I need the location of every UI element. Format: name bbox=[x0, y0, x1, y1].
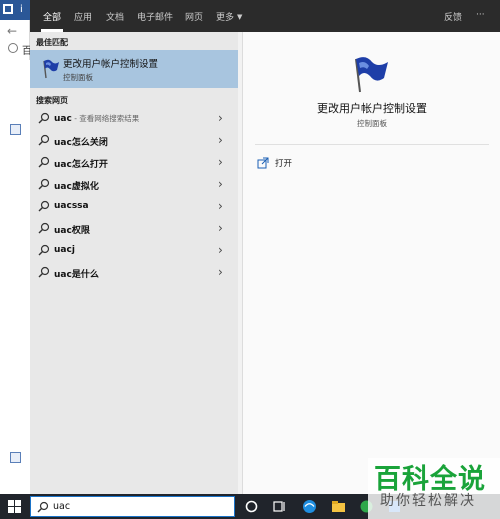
web-search-header: 搜索网页 bbox=[36, 96, 68, 105]
best-match-item[interactable]: 更改用户帐户控制设置 控制面板 bbox=[30, 50, 238, 88]
web-result-item[interactable]: uacj › bbox=[30, 240, 238, 262]
chevron-down-icon: ▼ bbox=[237, 13, 243, 21]
tab-documents[interactable]: 文档 bbox=[106, 10, 124, 23]
preview-pane: 更改用户帐户控制设置 控制面板 打开 bbox=[242, 32, 500, 494]
file-explorer-icon[interactable] bbox=[330, 498, 347, 515]
tab-email[interactable]: 电子邮件 bbox=[137, 10, 173, 23]
windows-start-icon[interactable] bbox=[8, 500, 21, 513]
preview-title: 更改用户帐户控制设置 bbox=[317, 102, 427, 115]
web-result-query: uac虚拟化 bbox=[54, 182, 99, 192]
results-list: 最佳匹配 更改用户帐户控制设置 控制面板 搜索网页 uac - 查看网络搜索结果… bbox=[30, 32, 238, 494]
web-result-label: uac - 查看网络搜索结果 bbox=[54, 113, 139, 124]
more-options-button[interactable]: ··· bbox=[476, 10, 485, 20]
web-result-item[interactable]: uac虚拟化 › bbox=[30, 174, 238, 196]
filter-bar: 全部 应用 文档 电子邮件 网页 更多 ▼ 反馈 ··· bbox=[30, 0, 500, 32]
search-icon bbox=[38, 200, 50, 212]
chevron-right-icon[interactable]: › bbox=[218, 199, 223, 213]
best-match-header: 最佳匹配 bbox=[36, 38, 68, 47]
open-label: 打开 bbox=[275, 159, 293, 169]
web-result-item[interactable]: uac权限 › bbox=[30, 218, 238, 240]
back-arrow-icon[interactable]: ← bbox=[7, 24, 17, 38]
task-view-icon[interactable] bbox=[271, 498, 288, 515]
search-icon bbox=[38, 244, 50, 256]
tab-all[interactable]: 全部 bbox=[43, 10, 61, 23]
search-query-text: uac bbox=[53, 501, 71, 512]
search-icon bbox=[38, 112, 50, 124]
search-icon bbox=[38, 222, 50, 234]
background-titlebar: i bbox=[0, 0, 30, 20]
uac-flag-icon bbox=[355, 57, 388, 93]
desktop-icon[interactable] bbox=[10, 124, 21, 135]
web-result-item[interactable]: uac - 查看网络搜索结果 › bbox=[30, 108, 238, 130]
search-icon bbox=[38, 156, 50, 168]
background-app-icon bbox=[2, 3, 14, 15]
search-icon bbox=[37, 501, 49, 513]
chevron-right-icon[interactable]: › bbox=[218, 265, 223, 279]
search-icon bbox=[38, 266, 50, 278]
web-result-hint: - 查看网络搜索结果 bbox=[71, 114, 140, 123]
chevron-right-icon[interactable]: › bbox=[218, 177, 223, 191]
best-match-subtitle: 控制面板 bbox=[63, 73, 93, 82]
cortana-icon[interactable] bbox=[243, 498, 260, 515]
feedback-button[interactable]: 反馈 bbox=[444, 10, 462, 23]
preview-divider bbox=[255, 144, 489, 145]
taskbar-search-input[interactable]: uac bbox=[30, 496, 235, 517]
chevron-right-icon[interactable]: › bbox=[218, 221, 223, 235]
search-flyout: 全部 应用 文档 电子邮件 网页 更多 ▼ 反馈 ··· 最佳匹配 更改用户帐户控… bbox=[30, 0, 500, 494]
web-result-query: uac怎么关闭 bbox=[54, 138, 108, 148]
web-result-query: uac权限 bbox=[54, 226, 90, 236]
tab-more-label: 更多 bbox=[216, 13, 235, 23]
chevron-right-icon[interactable]: › bbox=[218, 133, 223, 147]
background-sidebar bbox=[0, 60, 30, 494]
chevron-right-icon[interactable]: › bbox=[218, 243, 223, 257]
web-result-query: uacssa bbox=[54, 201, 89, 211]
open-action[interactable]: 打开 bbox=[253, 154, 373, 172]
watermark-slogan: 助你轻松解决 bbox=[380, 493, 476, 509]
web-result-query: uac是什么 bbox=[54, 270, 99, 280]
web-result-item[interactable]: uac怎么打开 › bbox=[30, 152, 238, 174]
background-window: i ← 百 bbox=[0, 0, 32, 494]
web-result-query: uacj bbox=[54, 245, 75, 255]
desktop-icon[interactable] bbox=[10, 452, 21, 463]
chevron-right-icon[interactable]: › bbox=[218, 155, 223, 169]
web-result-query: uac怎么打开 bbox=[54, 160, 108, 170]
search-icon bbox=[38, 178, 50, 190]
web-result-item[interactable]: uac怎么关闭 › bbox=[30, 130, 238, 152]
tab-apps[interactable]: 应用 bbox=[74, 10, 92, 23]
search-icon bbox=[38, 134, 50, 146]
background-title: i bbox=[20, 4, 23, 15]
web-result-item[interactable]: uac是什么 › bbox=[30, 262, 238, 284]
best-match-title: 更改用户帐户控制设置 bbox=[63, 59, 159, 70]
tab-web[interactable]: 网页 bbox=[185, 10, 203, 23]
tab-more[interactable]: 更多 ▼ bbox=[216, 10, 242, 23]
chevron-right-icon[interactable]: › bbox=[218, 111, 223, 125]
open-icon bbox=[257, 157, 269, 169]
browser-icon[interactable] bbox=[301, 498, 318, 515]
web-result-query: uac bbox=[54, 114, 72, 124]
tab-favicon-icon bbox=[8, 43, 18, 53]
uac-flag-icon bbox=[43, 59, 59, 79]
preview-subtitle: 控制面板 bbox=[357, 119, 387, 128]
web-result-item[interactable]: uacssa › bbox=[30, 196, 238, 218]
